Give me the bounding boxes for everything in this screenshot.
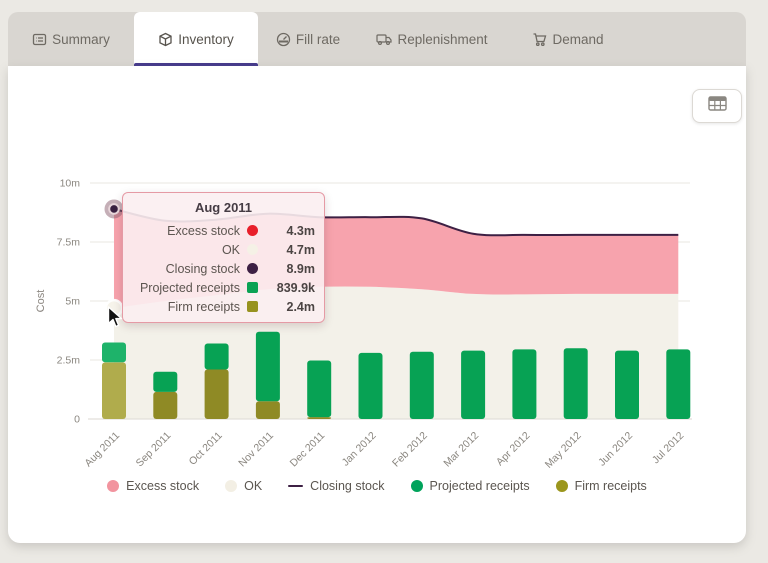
legend-swatch — [225, 480, 238, 492]
ok-swatch — [247, 244, 258, 255]
chart-legend: Excess stock OK Closing stock Projected … — [8, 479, 746, 493]
svg-text:Dec 2011: Dec 2011 — [288, 430, 328, 470]
chart-tooltip: Aug 2011 Excess stock 4.3m OK 4.7m Closi… — [122, 192, 325, 323]
projected-receipts-swatch — [247, 282, 258, 293]
legend-swatch — [555, 480, 568, 492]
svg-text:Apr 2012: Apr 2012 — [494, 430, 533, 469]
legend-projected-receipts[interactable]: Projected receipts — [410, 479, 530, 493]
svg-text:Cost: Cost — [35, 290, 47, 313]
svg-text:7.5m: 7.5m — [57, 237, 81, 249]
svg-text:Oct 2011: Oct 2011 — [187, 430, 225, 468]
svg-text:Aug 2011: Aug 2011 — [82, 430, 122, 470]
tooltip-title: Aug 2011 — [194, 200, 253, 215]
svg-text:0: 0 — [74, 414, 80, 426]
svg-text:Mar 2012: Mar 2012 — [441, 430, 481, 470]
legend-closing-stock[interactable]: Closing stock — [288, 479, 385, 493]
legend-excess-stock[interactable]: Excess stock — [107, 479, 199, 493]
svg-text:Jul 2012: Jul 2012 — [650, 430, 687, 467]
tooltip-row: Closing stock 8.9m — [165, 261, 315, 276]
tooltip-row: OK 4.7m — [221, 242, 315, 257]
legend-firm-receipts[interactable]: Firm receipts — [555, 479, 647, 493]
svg-text:Sep 2011: Sep 2011 — [134, 430, 174, 470]
svg-text:Nov 2011: Nov 2011 — [236, 430, 276, 470]
legend-swatch — [288, 484, 304, 488]
legend-swatch — [107, 480, 120, 492]
svg-text:Jun 2012: Jun 2012 — [596, 430, 635, 469]
legend-swatch — [410, 480, 423, 492]
svg-text:Jan 2012: Jan 2012 — [340, 430, 379, 469]
closing-stock-swatch — [247, 263, 258, 274]
svg-text:May 2012: May 2012 — [543, 430, 584, 471]
excess-stock-swatch — [247, 225, 258, 236]
tooltip-row: Excess stock 4.3m — [167, 223, 315, 238]
svg-text:5m: 5m — [65, 296, 80, 308]
svg-text:10m: 10m — [60, 178, 81, 190]
svg-text:2.5m: 2.5m — [57, 355, 81, 367]
svg-text:Feb 2012: Feb 2012 — [390, 430, 430, 470]
tooltip-row: Projected receipts 839.9k — [139, 280, 315, 295]
legend-ok[interactable]: OK — [225, 479, 262, 493]
firm-receipts-swatch — [247, 301, 258, 312]
tooltip-row: Firm receipts 2.4m — [167, 299, 315, 314]
